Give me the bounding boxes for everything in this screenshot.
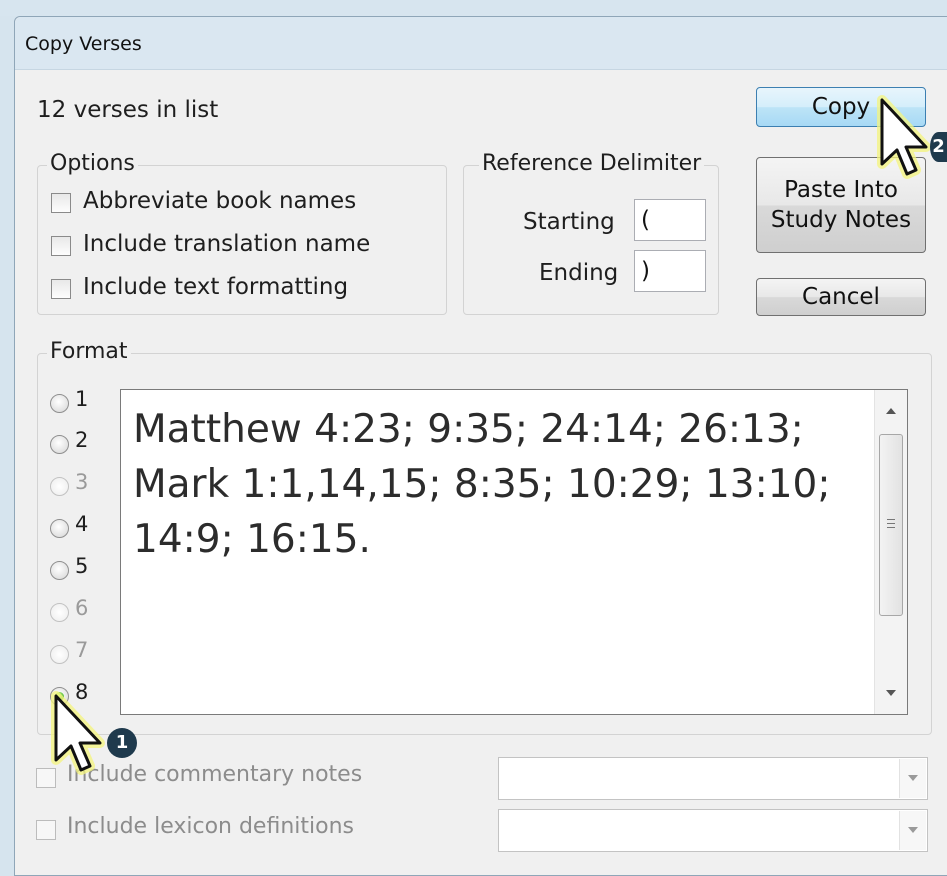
commentary-dropdown-arrow-icon[interactable]: [899, 759, 926, 798]
scroll-thumb[interactable]: [879, 434, 903, 616]
include-lexicon-definitions-label[interactable]: Include lexicon definitions: [67, 814, 354, 839]
window-frame: [0, 0, 947, 16]
lexicon-select[interactable]: [498, 809, 928, 852]
abbreviate-book-names-checkbox[interactable]: [51, 193, 71, 213]
format-radio-5[interactable]: [50, 561, 69, 580]
abbreviate-book-names-label[interactable]: Abbreviate book names: [83, 188, 356, 214]
grip-line-icon: [887, 523, 895, 524]
ending-label: Ending: [539, 260, 619, 286]
include-text-formatting-label[interactable]: Include text formatting: [83, 274, 348, 300]
starting-label: Starting: [523, 209, 615, 235]
format-radio-7[interactable]: [50, 645, 69, 664]
include-translation-name-checkbox[interactable]: [51, 236, 71, 256]
format-radio-2[interactable]: [50, 435, 69, 454]
cancel-button[interactable]: Cancel: [756, 278, 926, 316]
starting-delimiter-input[interactable]: (: [634, 199, 706, 241]
include-translation-name-label[interactable]: Include translation name: [83, 231, 370, 257]
reference-delimiter-legend: Reference Delimiter: [479, 151, 705, 176]
commentary-select[interactable]: [498, 757, 928, 800]
format-radio-6-label[interactable]: 6: [75, 596, 88, 620]
format-radio-1-label[interactable]: 1: [75, 387, 88, 411]
format-preview-textarea[interactable]: Matthew 4:23; 9:35; 24:14; 26:13; Mark 1…: [120, 389, 908, 715]
format-radio-4[interactable]: [50, 519, 69, 538]
ending-delimiter-input[interactable]: ): [634, 250, 706, 292]
include-text-formatting-checkbox[interactable]: [51, 279, 71, 299]
include-commentary-notes-label[interactable]: Include commentary notes: [67, 762, 362, 787]
format-radio-3[interactable]: [50, 477, 69, 496]
pointer-cursor-icon: [51, 691, 105, 775]
format-radio-7-label[interactable]: 7: [75, 638, 88, 662]
options-legend: Options: [47, 151, 138, 176]
scroll-up-arrow-icon[interactable]: [886, 408, 896, 414]
verse-count-label: 12 verses in list: [37, 97, 219, 123]
format-preview-text: Matthew 4:23; 9:35; 24:14; 26:13; Mark 1…: [133, 407, 831, 562]
copy-button-label: Copy: [811, 94, 871, 120]
format-legend: Format: [47, 339, 131, 364]
scroll-down-arrow-icon[interactable]: [886, 690, 896, 696]
paste-button-line2: Study Notes: [770, 207, 912, 233]
format-radio-4-label[interactable]: 4: [75, 512, 88, 536]
title-bar[interactable]: Copy Verses: [15, 17, 947, 70]
format-radio-3-label[interactable]: 3: [75, 470, 88, 494]
preview-scrollbar[interactable]: [874, 390, 907, 714]
format-radio-6[interactable]: [50, 603, 69, 622]
format-radio-1[interactable]: [50, 394, 69, 413]
format-radio-5-label[interactable]: 5: [75, 554, 88, 578]
format-radio-2-label[interactable]: 2: [75, 428, 88, 452]
dialog-title: Copy Verses: [25, 33, 142, 55]
step-badge-2: 2: [930, 132, 947, 162]
include-lexicon-definitions-checkbox[interactable]: [36, 820, 56, 840]
cancel-button-label: Cancel: [802, 284, 880, 310]
step-badge-1: 1: [107, 728, 137, 758]
grip-line-icon: [887, 519, 895, 520]
grip-line-icon: [887, 527, 895, 528]
lexicon-dropdown-arrow-icon[interactable]: [899, 811, 926, 850]
copy-verses-dialog: Copy Verses 12 verses in list Options Ab…: [14, 16, 947, 876]
